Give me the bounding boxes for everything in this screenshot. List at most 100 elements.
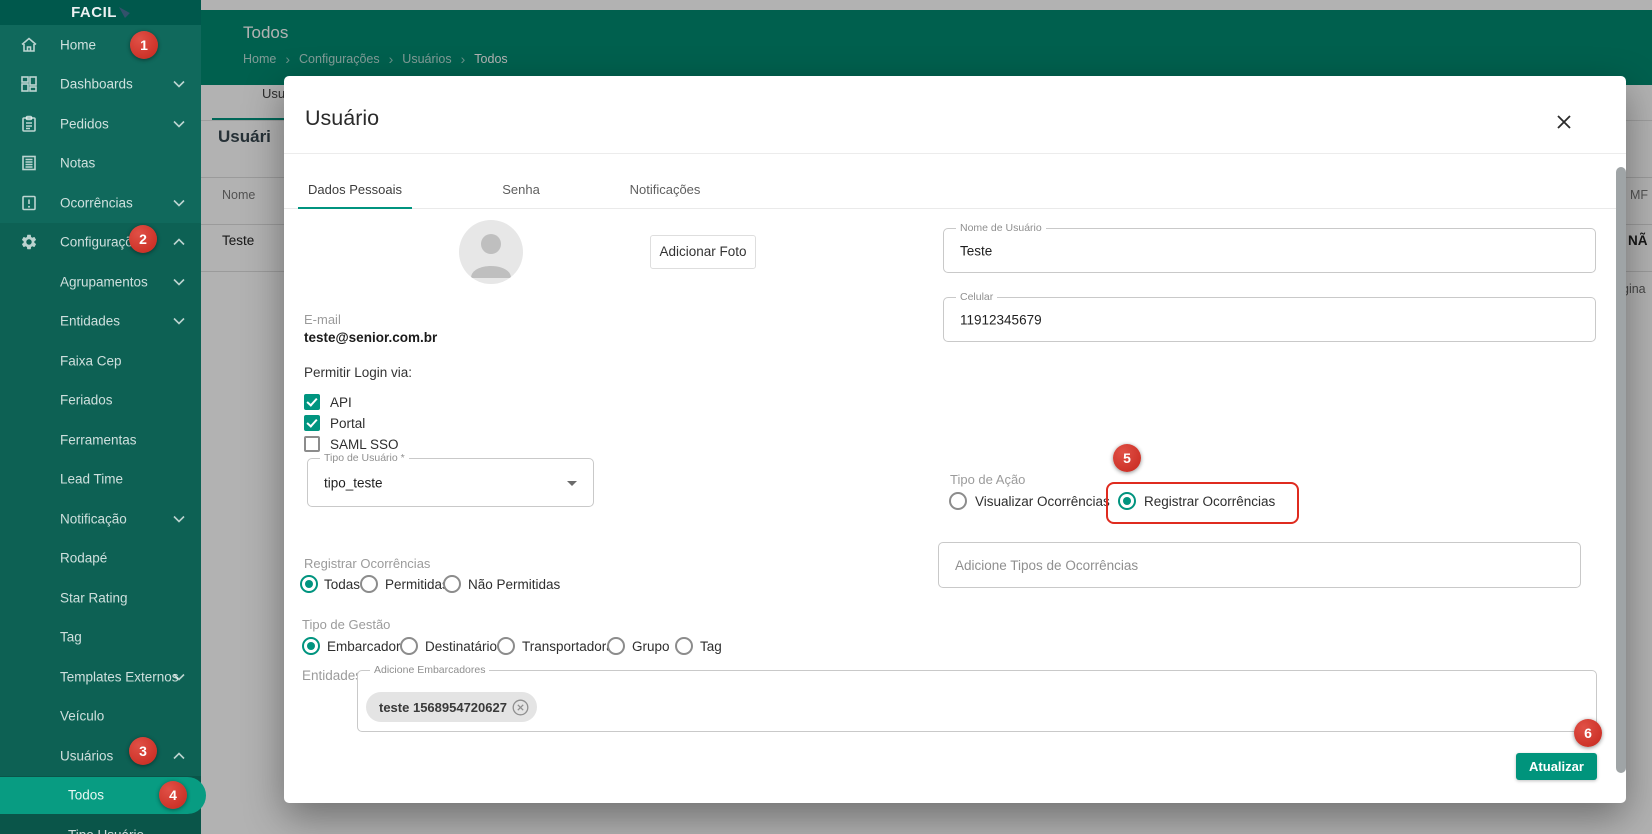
sidebar-item-label: Templates Externos — [60, 669, 179, 685]
radio-unselected-icon[interactable] — [607, 637, 625, 655]
checkbox-checked-icon[interactable] — [304, 394, 320, 410]
annotation-badge-2: 2 — [129, 225, 157, 253]
checkbox-label: API — [330, 395, 352, 410]
sidebar-item-ocorrencias[interactable]: Ocorrências — [0, 183, 201, 223]
sidebar: FACIL Home Dashboards Pedidos Notas Ocor… — [0, 0, 206, 834]
radio-unselected-icon[interactable] — [443, 575, 461, 593]
chevron-down-icon — [173, 317, 185, 325]
radio-unselected-icon[interactable] — [675, 637, 693, 655]
celular-field[interactable]: Celular 11912345679 — [943, 291, 1596, 342]
sidebar-item-label: Feriados — [60, 392, 113, 408]
sidebar-item-label: Ocorrências — [60, 195, 133, 211]
tab-dados-pessoais[interactable]: Dados Pessoais — [298, 171, 412, 208]
sidebar-item-faixa-cep[interactable]: Faixa Cep — [0, 341, 201, 381]
email-value: teste@senior.com.br — [304, 330, 438, 345]
radio-unselected-icon[interactable] — [949, 492, 967, 510]
tab-notificacoes[interactable]: Notificações — [600, 171, 730, 208]
sidebar-item-home[interactable]: Home — [0, 25, 201, 65]
annotation-badge-6: 6 — [1574, 719, 1602, 747]
radio-unselected-icon[interactable] — [400, 637, 418, 655]
sidebar-item-label: Usuários — [60, 748, 114, 764]
sidebar-item-label: Lead Time — [60, 471, 124, 487]
embarcadores-field[interactable]: Adicione Embarcadores teste 156895472062… — [357, 664, 1597, 732]
avatar — [459, 220, 523, 284]
chevron-down-icon — [173, 515, 185, 523]
radio-unselected-icon[interactable] — [497, 637, 515, 655]
alert-clipboard-icon — [20, 194, 38, 212]
sidebar-item-label: Agrupamentos — [60, 274, 148, 290]
radio-selected-icon[interactable] — [1118, 492, 1136, 510]
radio-label: Embarcador — [327, 639, 401, 654]
tipos-ocorrencias-input[interactable] — [955, 543, 1532, 587]
home-icon — [20, 36, 38, 54]
sidebar-item-dashboards[interactable]: Dashboards — [0, 65, 201, 105]
sidebar-item-label: Notas — [60, 155, 96, 171]
document-icon — [20, 154, 38, 172]
radio-selected-icon[interactable] — [302, 637, 320, 655]
sidebar-item-label: Tipo Usuário — [68, 827, 144, 834]
logo-bar: FACIL — [0, 0, 201, 25]
sidebar-item-tag[interactable]: Tag — [0, 617, 201, 657]
permitir-login-label: Permitir Login via: — [304, 365, 413, 380]
sidebar-item-lead-time[interactable]: Lead Time — [0, 459, 201, 499]
email-label: E-mail — [304, 312, 341, 327]
sidebar-item-pedidos[interactable]: Pedidos — [0, 104, 201, 144]
sidebar-item-label: Entidades — [60, 313, 121, 329]
sidebar-item-label: Star Rating — [60, 590, 128, 606]
checkbox-label: SAML SSO — [330, 437, 399, 452]
sidebar-item-feriados[interactable]: Feriados — [0, 380, 201, 420]
checkbox-unchecked-icon[interactable] — [304, 436, 320, 452]
annotation-badge-4: 4 — [159, 781, 187, 809]
dashboard-icon — [20, 75, 38, 93]
sidebar-item-ferramentas[interactable]: Ferramentas — [0, 420, 201, 460]
sidebar-item-label: Dashboards — [60, 76, 133, 92]
chevron-down-icon — [173, 278, 185, 286]
sidebar-item-label: Veículo — [60, 708, 105, 724]
tipo-usuario-label: Tipo de Usuário * — [320, 452, 409, 464]
tipos-ocorrencias-field[interactable] — [938, 542, 1581, 588]
tipo-usuario-value: tipo_teste — [324, 475, 383, 490]
entidades-label: Entidades — [302, 668, 363, 683]
tab-senha[interactable]: Senha — [474, 171, 568, 208]
sidebar-item-configuracoes[interactable]: Configurações — [0, 222, 201, 262]
tipo-usuario-select[interactable]: Tipo de Usuário * tipo_teste — [307, 452, 594, 507]
radio-unselected-icon[interactable] — [360, 575, 378, 593]
chevron-up-icon — [173, 752, 185, 760]
entity-chip: teste 1568954720627 — [366, 692, 537, 722]
radio-label: Destinatário — [425, 639, 498, 654]
sidebar-item-label: Todos — [68, 787, 105, 803]
sidebar-item-veiculo[interactable]: Veículo — [0, 696, 201, 736]
add-photo-button[interactable]: Adicionar Foto — [650, 235, 756, 269]
chevron-down-icon — [173, 199, 185, 207]
close-icon[interactable] — [1551, 109, 1577, 135]
app-window: Todos Home › Configurações › Usuários › … — [0, 0, 1652, 834]
checkbox-checked-icon[interactable] — [304, 415, 320, 431]
tabs-divider — [284, 208, 1626, 209]
sidebar-item-agrupamentos[interactable]: Agrupamentos — [0, 262, 201, 302]
sidebar-item-label: Rodapé — [60, 550, 108, 566]
nome-usuario-field[interactable]: Nome de Usuário Teste — [943, 222, 1596, 273]
sidebar-item-star-rating[interactable]: Star Rating — [0, 578, 201, 618]
radio-label: Transportadora — [522, 639, 614, 654]
radio-label: Registrar Ocorrências — [1144, 494, 1276, 509]
radio-label: Grupo — [632, 639, 670, 654]
sidebar-item-rodape[interactable]: Rodapé — [0, 538, 201, 578]
sidebar-item-templates-externos[interactable]: Templates Externos — [0, 657, 201, 697]
modal-scrollbar-thumb[interactable] — [1616, 167, 1626, 773]
sidebar-item-entidades[interactable]: Entidades — [0, 301, 201, 341]
sidebar-item-usuarios[interactable]: Usuários — [0, 736, 201, 776]
radio-label: Todas — [324, 577, 361, 592]
sidebar-item-tipo-usuario[interactable]: Tipo Usuário — [0, 815, 201, 834]
sidebar-item-notas[interactable]: Notas — [0, 144, 201, 184]
nome-usuario-value: Teste — [960, 243, 993, 258]
sidebar-item-notificacao[interactable]: Notificação — [0, 499, 201, 539]
annotation-badge-1: 1 — [130, 31, 158, 59]
sidebar-item-label: Pedidos — [60, 116, 109, 132]
entity-chip-label: teste 1568954720627 — [379, 699, 507, 715]
annotation-badge-3: 3 — [129, 737, 157, 765]
chip-remove-icon[interactable] — [512, 699, 529, 716]
atualizar-button[interactable]: Atualizar — [1516, 753, 1597, 780]
radio-label: Tag — [700, 639, 722, 654]
annotation-badge-5: 5 — [1113, 444, 1141, 472]
radio-selected-icon[interactable] — [300, 575, 318, 593]
